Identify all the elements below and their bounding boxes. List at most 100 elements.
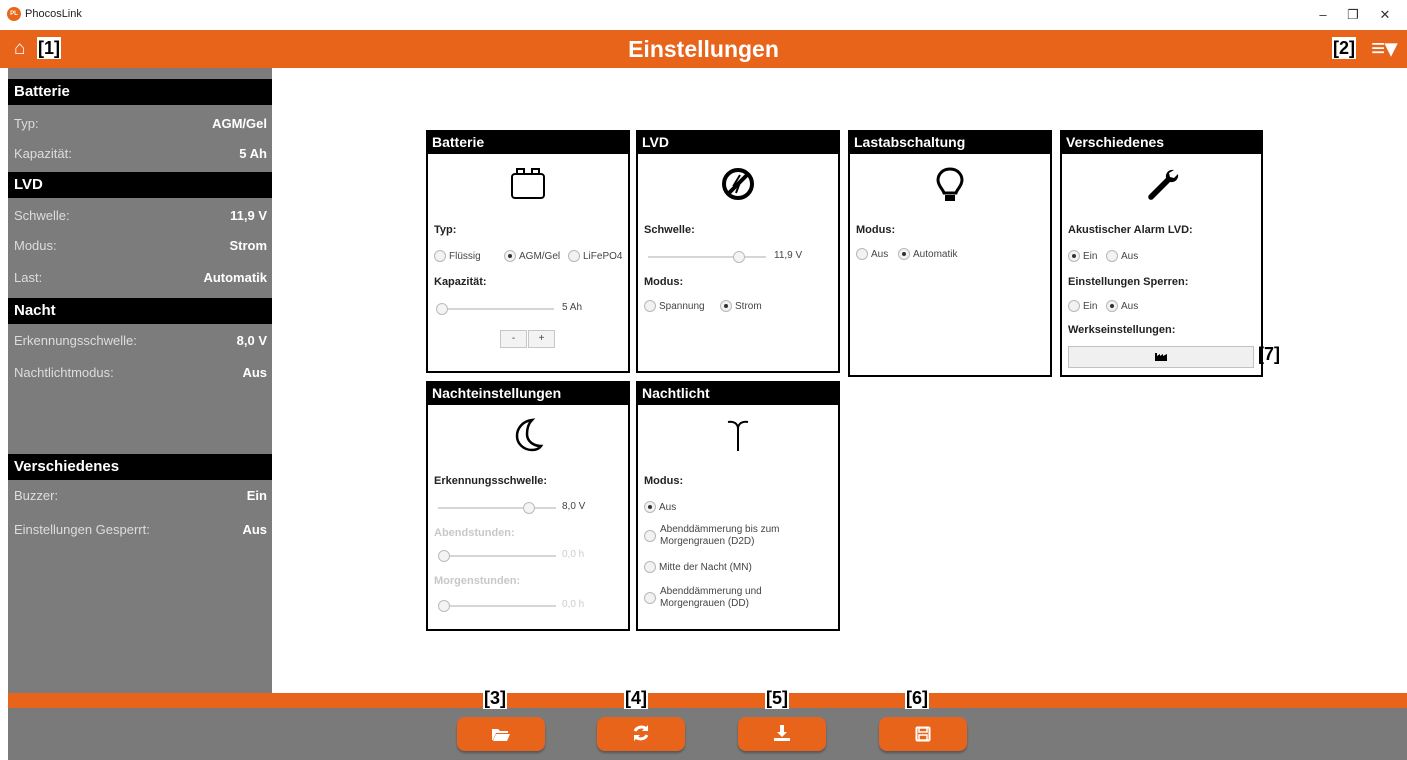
factory-reset-button[interactable]: [1068, 346, 1254, 368]
annotation-tag-7: [7]: [1258, 344, 1280, 364]
save-button[interactable]: [879, 717, 967, 751]
sidebar-row: Schwelle: 11,9 V: [8, 202, 272, 230]
sidebar-row-value: Aus: [242, 365, 267, 380]
lightbulb-icon: [850, 166, 1050, 213]
radio-sperren-ein[interactable]: Ein: [1068, 300, 1097, 312]
status-sidebar: Batterie Typ: AGM/Gel Kapazität: 5 Ah LVD …: [8, 68, 272, 693]
radio-nachtlicht-aus[interactable]: Aus: [644, 501, 676, 513]
schwelle-slider[interactable]: [648, 251, 766, 263]
sidebar-row: Buzzer: Ein: [8, 482, 272, 510]
radio-dot: [1106, 300, 1118, 312]
slider-knob[interactable]: [438, 600, 450, 612]
streetlight-icon: [638, 417, 838, 462]
panel-title: Nachtlicht: [638, 383, 838, 405]
erkennungsschwelle-slider[interactable]: [438, 502, 556, 514]
restore-button[interactable]: ❐: [1338, 5, 1368, 25]
sidebar-section-verschiedenes: Verschiedenes: [8, 454, 272, 480]
kapazitaet-slider[interactable]: [436, 303, 554, 315]
slider-knob[interactable]: [733, 251, 745, 263]
abendstunden-label: Abendstunden:: [434, 527, 515, 539]
radio-sperren-aus[interactable]: Aus: [1106, 300, 1138, 312]
radio-dot: [898, 248, 910, 260]
panel-lvd: LVD Schwelle: 11,9 V Modus: Spannung Str…: [636, 130, 840, 373]
close-button[interactable]: ✕: [1370, 5, 1400, 25]
panel-title: Batterie: [428, 132, 628, 154]
radio-label: Spannung: [659, 301, 705, 312]
refresh-button[interactable]: [597, 717, 685, 751]
modus-label: Modus:: [856, 224, 896, 236]
radio-dot: [856, 248, 868, 260]
morgenstunden-slider[interactable]: [438, 600, 556, 612]
sidebar-row: Erkennungsschwelle: 8,0 V: [8, 327, 272, 355]
save-icon: [915, 726, 931, 742]
refresh-icon: [633, 725, 649, 741]
radio-dot: [720, 300, 732, 312]
radio-alarm-aus[interactable]: Aus: [1106, 250, 1138, 262]
increment-button[interactable]: +: [528, 330, 555, 348]
sidebar-row-value: Aus: [242, 522, 267, 537]
app-logo-icon: PL: [7, 7, 21, 21]
radio-spannung[interactable]: Spannung: [644, 300, 705, 312]
radio-label: Aus: [1121, 251, 1139, 262]
slider-knob[interactable]: [438, 550, 450, 562]
radio-label: Abenddämmerung bis zum Morgengrauen (D2D…: [660, 524, 780, 547]
sidebar-row-label: Erkennungsschwelle:: [14, 333, 137, 348]
radio-strom[interactable]: Strom: [720, 300, 762, 312]
radio-label: LiFePO4: [583, 251, 623, 262]
radio-label: Aus: [871, 249, 889, 260]
radio-label: Abenddämmerung und Morgengrauen (DD): [660, 586, 762, 609]
radio-fluessig[interactable]: Flüssig: [434, 250, 481, 262]
radio-nachtlicht-d2d[interactable]: Abenddämmerung bis zum Morgengrauen (D2D…: [644, 524, 780, 548]
download-button[interactable]: [738, 717, 826, 751]
annotation-tag-6: [6]: [905, 687, 929, 709]
decrement-button[interactable]: -: [500, 330, 527, 348]
radio-dot: [644, 501, 656, 513]
panel-verschiedenes: Verschiedenes Akustischer Alarm LVD: Ein…: [1060, 130, 1263, 377]
radio-automatik[interactable]: Automatik: [898, 248, 957, 260]
radio-agm-gel[interactable]: AGM/Gel: [504, 250, 560, 262]
hamburger-menu-icon[interactable]: ≡▾: [1371, 34, 1397, 63]
panel-nachtlicht: Nachtlicht Modus: Aus Abenddämmerung bis…: [636, 381, 840, 631]
kapazitaet-value: 5 Ah: [562, 302, 583, 313]
slider-knob[interactable]: [436, 303, 448, 315]
sidebar-row: Einstellungen Gesperrt: Aus: [8, 516, 272, 544]
radio-nachtlicht-dd[interactable]: Abenddämmerung und Morgengrauen (DD): [644, 586, 762, 610]
sidebar-row: Nachtlichtmodus: Aus: [8, 359, 272, 387]
download-icon: [774, 725, 790, 741]
sperren-label: Einstellungen Sperren:: [1068, 276, 1189, 288]
footer-toolbar: [3] [4] [5] [6]: [8, 687, 1407, 760]
sidebar-row-value: 5 Ah: [239, 146, 267, 161]
panel-title: Lastabschaltung: [850, 132, 1050, 154]
radio-dot: [1106, 250, 1118, 262]
radio-dot: [644, 592, 656, 604]
window-titlebar: PL PhocosLink – ❐ ✕: [0, 0, 1407, 30]
radio-alarm-ein[interactable]: Ein: [1068, 250, 1097, 262]
sidebar-row: Modus: Strom: [8, 232, 272, 260]
slider-knob[interactable]: [523, 502, 535, 514]
annotation-tag-4: [4]: [624, 687, 648, 709]
no-power-icon: [638, 166, 838, 211]
radio-label: Aus: [1121, 301, 1139, 312]
minimize-button[interactable]: –: [1308, 5, 1338, 25]
radio-label: Strom: [735, 301, 762, 312]
radio-aus[interactable]: Aus: [856, 248, 888, 260]
sidebar-row-label: Einstellungen Gesperrt:: [14, 522, 150, 537]
alarm-label: Akustischer Alarm LVD:: [1068, 224, 1193, 236]
panel-nachteinstellungen: Nachteinstellungen Erkennungsschwelle: 8…: [426, 381, 630, 631]
modus-label: Modus:: [644, 475, 684, 487]
abendstunden-slider[interactable]: [438, 550, 556, 562]
morgenstunden-value: 0,0 h: [562, 599, 585, 610]
panel-lastabschaltung: Lastabschaltung Modus: Aus Automatik: [848, 130, 1052, 377]
sidebar-section-batterie: Batterie: [8, 79, 272, 105]
werkseinstellungen-label: Werkseinstellungen:: [1068, 324, 1176, 336]
erkennungsschwelle-value: 8,0 V: [562, 501, 586, 512]
folder-open-icon: [492, 729, 510, 741]
annotation-tag-5: [5]: [765, 687, 789, 709]
open-file-button[interactable]: [457, 717, 545, 751]
radio-lifepo4[interactable]: LiFePO4: [568, 250, 622, 262]
radio-nachtlicht-mn[interactable]: Mitte der Nacht (MN): [644, 561, 752, 573]
app-title: PhocosLink: [25, 8, 82, 20]
radio-dot: [504, 250, 516, 262]
radio-label: Ein: [1083, 301, 1098, 312]
footer-accent-bar: [8, 693, 1407, 708]
